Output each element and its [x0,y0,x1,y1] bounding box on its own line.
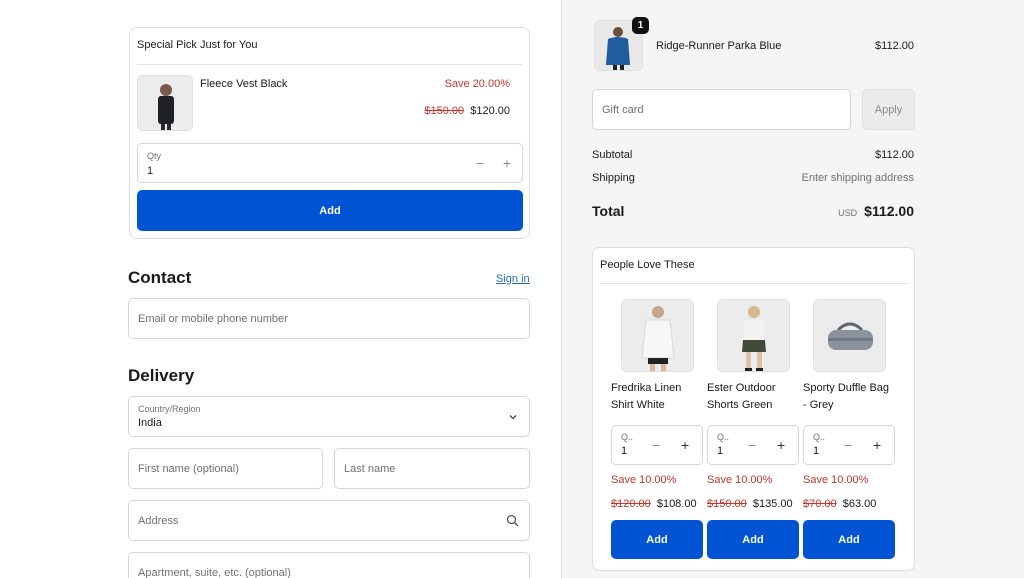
price-row: $120.00 $108.00 [611,498,697,510]
add-button[interactable]: Add [803,520,895,559]
apartment-field[interactable]: Apartment, suite, etc. (optional) [128,552,530,578]
qty-value: 1 [147,165,154,177]
qty-field[interactable]: Qty 1 − + [137,143,523,183]
special-pick-heading: Special Pick Just for You [137,39,258,51]
last-name-field[interactable]: Last name [334,448,530,489]
original-price: $120.00 [611,498,651,510]
item-name-line1: Fredrika Linen [611,382,682,394]
original-price: $70.00 [803,498,837,510]
plus-icon[interactable]: + [503,156,511,170]
apartment-placeholder: Apartment, suite, etc. (optional) [138,567,291,578]
plus-icon[interactable]: + [873,438,881,452]
cart-item-name: Ridge-Runner Parka Blue [656,40,782,52]
qty-value: 1 [813,445,820,457]
qty-field[interactable]: Q.. 1 − + [803,425,895,465]
cart-item-price: $112.00 [875,40,914,52]
cart-item-image: 1 [594,17,649,71]
contact-title: Contact [128,268,192,287]
minus-icon[interactable]: − [844,438,852,452]
product-image-linen-shirt [621,299,694,372]
save-percent: Save 10.00% [803,474,869,486]
original-price: $150.00 [424,105,465,117]
plus-icon[interactable]: + [681,438,689,452]
qty-field[interactable]: Q.. 1 − + [707,425,799,465]
recommendation-item: Sporty Duffle Bag - Grey Q.. 1 − + Save … [803,299,895,561]
first-name-placeholder: First name (optional) [138,463,239,475]
qty-field[interactable]: Q.. 1 − + [611,425,703,465]
add-button[interactable]: Add [707,520,799,559]
gift-card-field[interactable]: Gift card [592,89,851,130]
cart-item-qty-badge: 1 [632,17,649,34]
add-button[interactable]: Add [611,520,703,559]
product-image-outdoor-shorts [717,299,790,372]
minus-icon[interactable]: − [652,438,660,452]
product-image-duffle-bag [813,299,886,372]
save-percent: Save 10.00% [611,474,677,486]
divider [600,283,907,284]
divider [137,64,522,65]
last-name-placeholder: Last name [344,463,396,475]
item-name-line2: Shirt White [611,399,665,411]
item-name-line2: Shorts Green [707,399,773,411]
product-image-fleece-vest [137,75,193,131]
qty-label: Q.. [621,432,634,442]
qty-value: 1 [717,445,724,457]
qty-label: Qty [147,151,162,161]
qty-value: 1 [621,445,628,457]
subtotal-value: $112.00 [875,149,914,161]
item-name-line1: Ester Outdoor [707,382,776,394]
price-row: $70.00 $63.00 [803,498,876,510]
apply-button[interactable]: Apply [862,89,915,130]
original-price: $150.00 [707,498,747,510]
item-name-line2: - Grey [803,399,834,411]
gift-card-placeholder: Gift card [602,104,644,116]
order-summary-pane: 1 Ridge-Runner Parka Blue $112.00 Gift c… [561,0,1024,578]
people-love-heading: People Love These [600,259,695,271]
sale-price: $63.00 [842,498,877,510]
subtotal-label: Subtotal [592,149,633,161]
qty-label: Q.. [717,432,730,442]
search-icon [506,514,519,527]
sign-in-link[interactable]: Sign in [496,273,530,285]
shipping-value: Enter shipping address [801,172,914,184]
sale-price: $120.00 [470,105,510,117]
people-love-card: People Love These Fredrika Linen Shirt W… [592,247,915,571]
address-placeholder: Address [138,515,179,527]
country-select[interactable]: Country/Region India [128,396,530,437]
recommendation-item: Fredrika Linen Shirt White Q.. 1 − + Sav… [611,299,703,561]
chevron-down-icon [509,415,517,420]
country-value: India [138,417,162,429]
country-label: Country/Region [138,404,201,414]
save-percent: Save 10.00% [707,474,773,486]
qty-label: Q.. [813,432,826,442]
price-row: $150.00 $135.00 [707,498,793,510]
delivery-title: Delivery [128,366,195,385]
save-percent: Save 20.00% [444,78,510,90]
first-name-field[interactable]: First name (optional) [128,448,323,489]
currency-code: USD [838,208,858,218]
special-pick-card: Special Pick Just for You Fleece Vest Bl… [129,27,530,239]
total-value: $112.00 [864,203,914,219]
shipping-label: Shipping [592,172,635,184]
address-field[interactable]: Address [128,500,530,541]
minus-icon[interactable]: − [748,438,756,452]
price-row: $150.00 $120.00 [424,105,510,117]
plus-icon[interactable]: + [777,438,785,452]
sale-price: $135.00 [752,498,793,510]
recommendation-item: Ester Outdoor Shorts Green Q.. 1 − + Sav… [707,299,799,561]
total-label: Total [592,203,625,219]
email-field[interactable]: Email or mobile phone number [128,298,530,339]
product-name: Fleece Vest Black [200,78,288,90]
email-placeholder: Email or mobile phone number [138,313,288,325]
sale-price: $108.00 [656,498,697,510]
add-button[interactable]: Add [137,190,523,231]
item-name-line1: Sporty Duffle Bag [803,382,890,394]
total-amount: USD $112.00 [838,203,914,219]
minus-icon[interactable]: − [476,156,484,170]
